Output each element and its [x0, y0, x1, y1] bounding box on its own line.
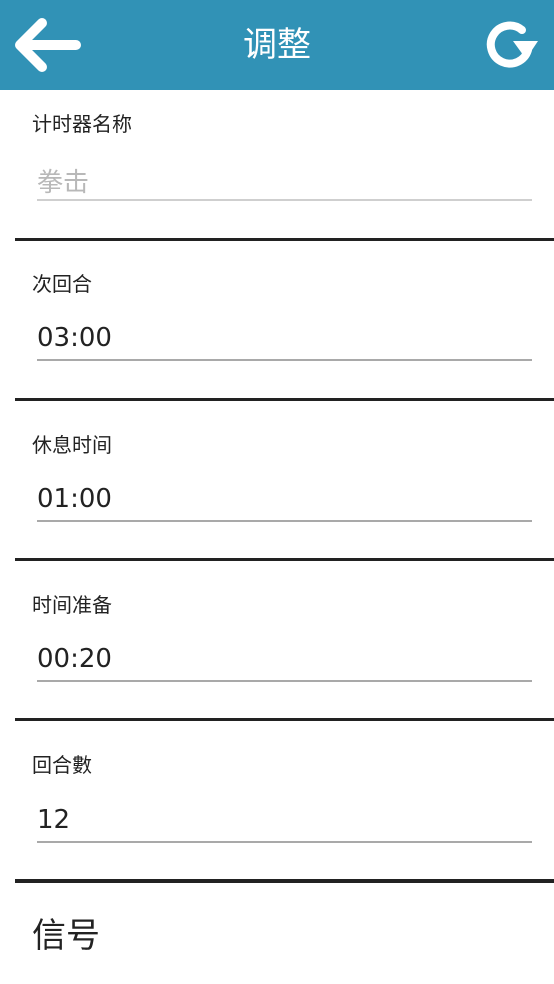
round-count-input[interactable]: 12 [37, 805, 532, 835]
page-title: 调整 [243, 25, 311, 65]
round-time-underline [37, 359, 532, 361]
rest-time-input[interactable]: 01:00 [37, 484, 532, 514]
section-divider [15, 398, 554, 401]
section-divider [15, 718, 554, 721]
section-divider [15, 879, 554, 883]
refresh-button[interactable] [482, 19, 540, 73]
round-count-label: 回合數 [32, 753, 92, 777]
round-time-label: 次回合 [32, 272, 92, 296]
refresh-icon [486, 21, 538, 68]
prep-time-input[interactable]: 00:20 [37, 644, 532, 674]
rest-time-label: 休息时间 [32, 433, 112, 457]
top-app-bar: 调整 [0, 0, 554, 90]
section-divider [15, 558, 554, 561]
rest-time-underline [37, 520, 532, 522]
round-count-underline [37, 841, 532, 843]
timer-name-underline [37, 199, 532, 201]
round-time-input[interactable]: 03:00 [37, 323, 532, 353]
prep-time-label: 时间准备 [32, 593, 112, 617]
section-divider [15, 238, 554, 241]
prep-time-underline [37, 680, 532, 682]
signal-section-title[interactable]: 信号 [32, 908, 100, 957]
timer-name-label: 计时器名称 [32, 112, 132, 136]
timer-name-input[interactable]: 拳击 [37, 162, 532, 199]
